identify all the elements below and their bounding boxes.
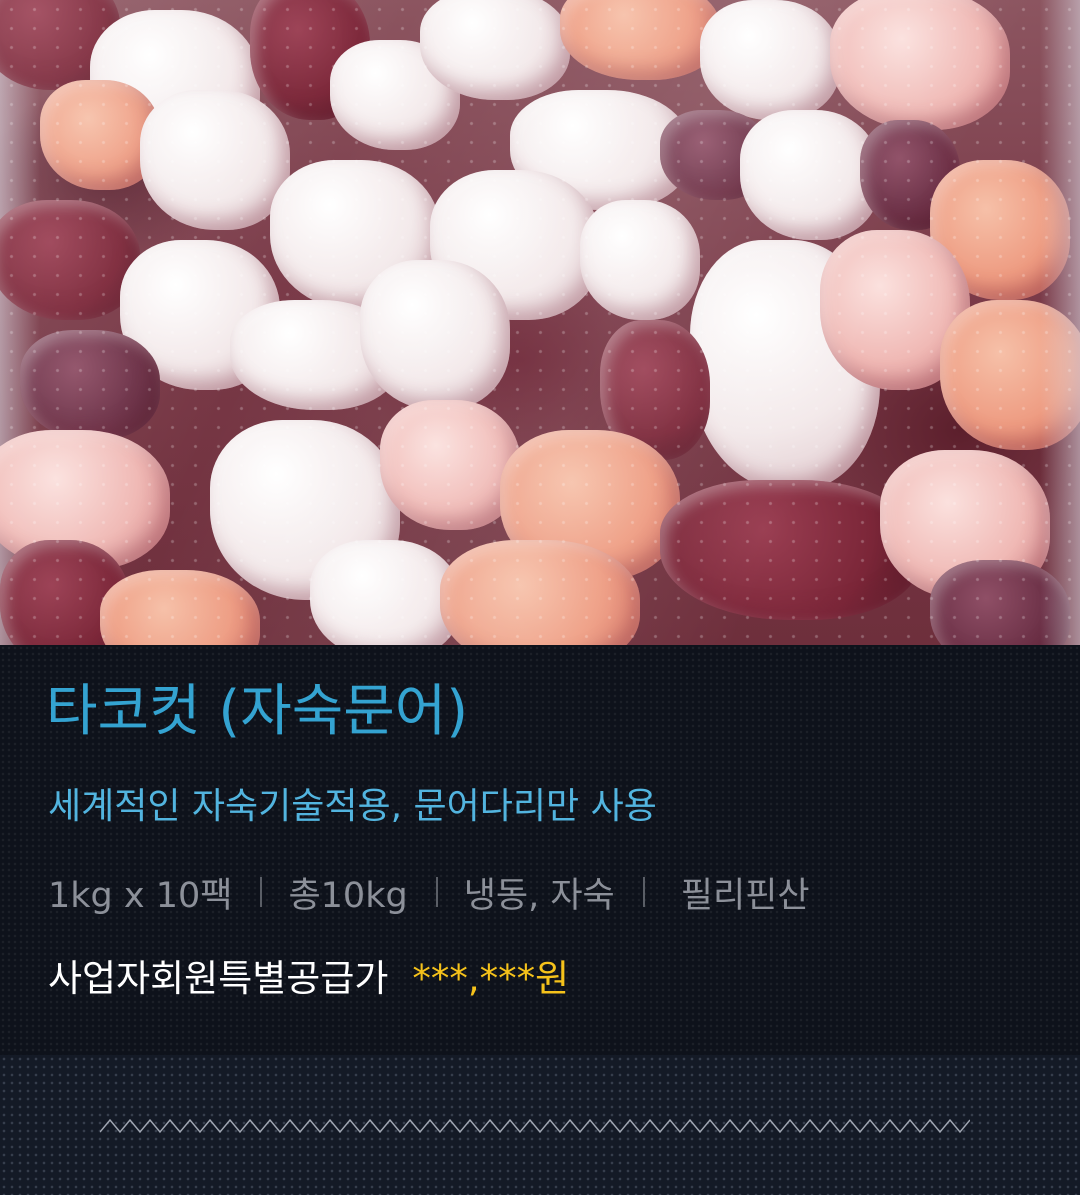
price-row: 사업자회원특별공급가 ***,***원: [48, 947, 569, 1003]
product-detail-page: 타코컷 (자숙문어) 세계적인 자숙기술적용, 문어다리만 사용 1kg x 1…: [0, 0, 1080, 1195]
product-info-panel: 타코컷 (자숙문어) 세계적인 자숙기술적용, 문어다리만 사용 1kg x 1…: [0, 645, 1080, 1055]
spec-divider: [435, 877, 438, 907]
plastic-bag-sheen: [0, 0, 1080, 645]
spec-divider: [642, 877, 645, 907]
price-value: ***,***원: [412, 957, 570, 1000]
product-title: 타코컷 (자숙문어): [46, 679, 469, 744]
spec-divider: [260, 877, 263, 907]
spec-pack-size: 1kg x 10팩: [48, 875, 233, 916]
decorative-bottom-band: [0, 1055, 1080, 1195]
price-label: 사업자회원특별공급가: [48, 957, 389, 1000]
product-specs: 1kg x 10팩 총10kg 냉동, 자숙 필리핀산: [48, 867, 810, 917]
spec-storage: 냉동, 자숙: [463, 875, 615, 916]
zigzag-divider-icon: [100, 1118, 970, 1134]
spec-origin: 필리핀산: [680, 875, 810, 916]
product-subtitle: 세계적인 자숙기술적용, 문어다리만 사용: [48, 786, 657, 827]
spec-total-weight: 총10kg: [288, 875, 408, 916]
product-photo: [0, 0, 1080, 645]
